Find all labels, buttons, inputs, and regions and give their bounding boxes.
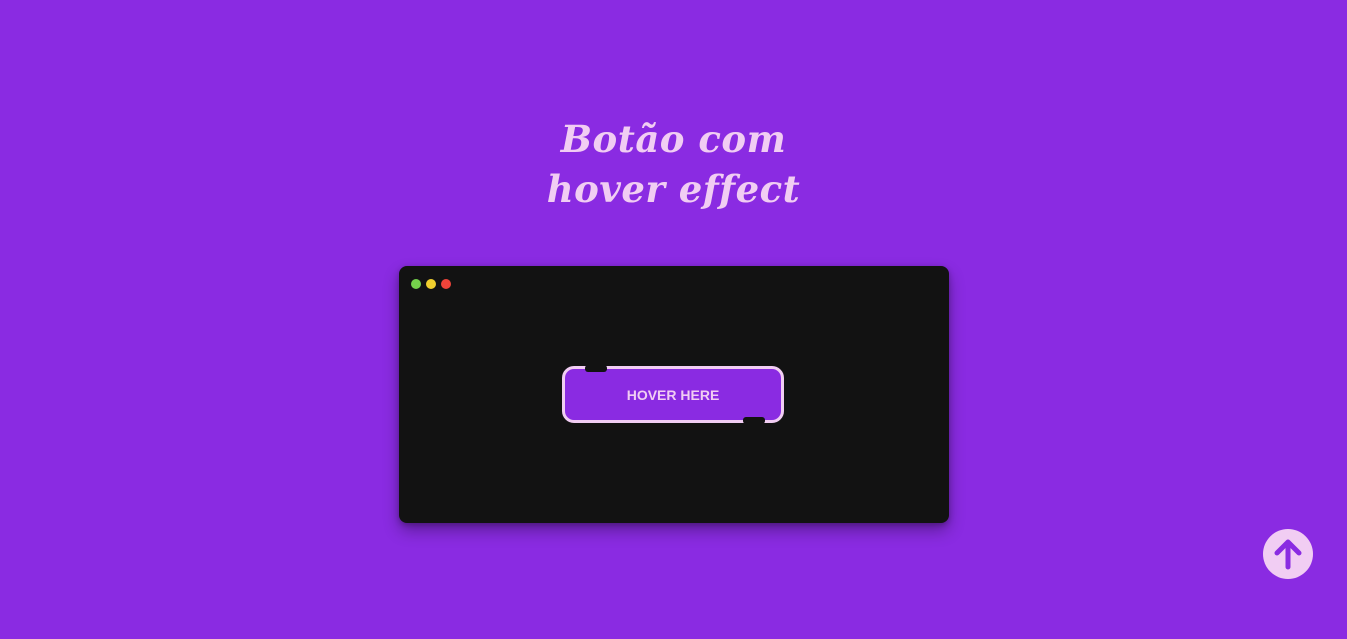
button-top-notch — [585, 365, 607, 372]
scroll-to-top-button[interactable] — [1263, 529, 1313, 579]
hover-button-label: HOVER HERE — [626, 386, 720, 403]
hover-button[interactable]: HOVER HERE — [562, 365, 784, 424]
red-dot — [441, 279, 451, 289]
title-line-2: hover effect — [546, 167, 801, 211]
page: Botão com hover effect HOVER HERE — [0, 0, 1347, 639]
button-bottom-notch — [743, 417, 765, 424]
arrow-up-icon — [1274, 539, 1302, 570]
green-dot — [411, 279, 421, 289]
page-title: Botão com hover effect — [0, 114, 1347, 214]
yellow-dot — [426, 279, 436, 289]
window-controls — [411, 279, 451, 289]
title-line-1: Botão com — [560, 117, 787, 161]
demo-window: HOVER HERE — [399, 266, 949, 523]
